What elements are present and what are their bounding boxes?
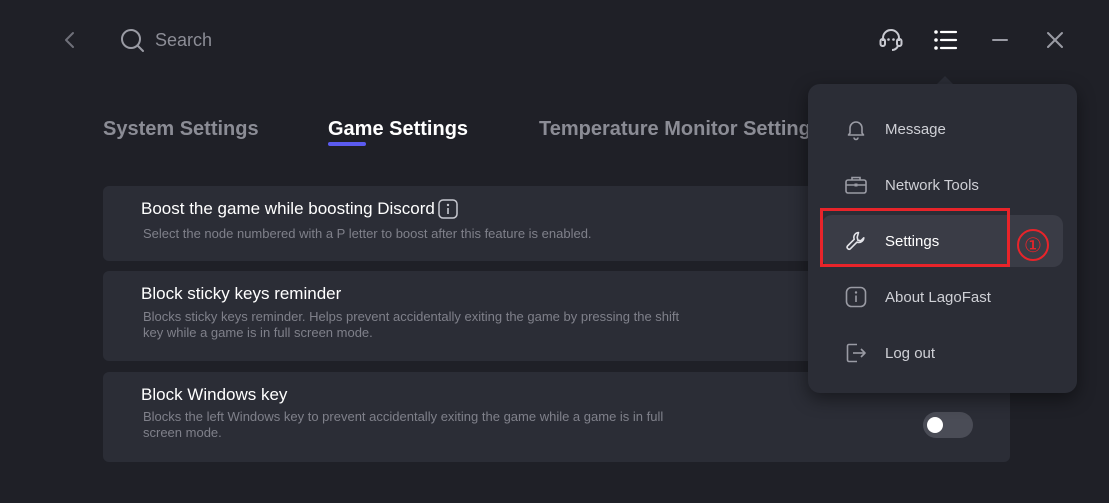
menu-list-icon[interactable] — [931, 26, 959, 54]
back-arrow-icon[interactable] — [58, 28, 82, 52]
windows-key-toggle[interactable] — [923, 412, 973, 438]
menu-item-message[interactable]: Message — [822, 103, 1064, 155]
minimize-icon[interactable] — [986, 26, 1014, 54]
setting-title: Block Windows key — [141, 385, 288, 404]
setting-title: Block sticky keys reminder — [141, 284, 342, 303]
tab-system-settings[interactable]: System Settings — [103, 118, 259, 141]
setting-title: Boost the game while boosting Discord — [141, 199, 458, 219]
menu-item-label: About LagoFast — [885, 288, 991, 306]
setting-description: Blocks the left Windows key to prevent a… — [143, 409, 664, 440]
search-placeholder: Search — [155, 29, 213, 50]
logout-icon — [846, 343, 866, 363]
toggle-knob — [927, 417, 943, 433]
search-icon — [121, 29, 144, 52]
menu-item-label: Network Tools — [885, 176, 979, 194]
menu-item-label: Message — [885, 120, 946, 138]
tab-temperature-monitor-settings[interactable]: Temperature Monitor Settings — [539, 118, 822, 141]
menu-item-logout[interactable]: Log out — [822, 327, 1064, 379]
annotation-highlight-box — [820, 208, 1010, 267]
close-icon[interactable] — [1041, 26, 1069, 54]
menu-item-label: Log out — [885, 344, 936, 362]
setting-description: Select the node numbered with a P letter… — [143, 226, 592, 241]
search-input[interactable]: Search — [118, 26, 418, 54]
info-icon — [845, 286, 867, 308]
active-tab-indicator — [328, 142, 366, 146]
info-icon[interactable] — [438, 199, 458, 219]
dropdown-caret — [937, 76, 953, 84]
top-bar: Search — [0, 0, 1109, 80]
customer-support-icon[interactable] — [877, 26, 905, 54]
tab-game-settings[interactable]: Game Settings — [328, 118, 468, 141]
setting-title-text: Boost the game while boosting Discord — [141, 199, 435, 218]
menu-item-about[interactable]: About LagoFast — [822, 271, 1064, 323]
annotation-step-marker: ① — [1017, 229, 1049, 261]
menu-item-network-tools[interactable]: Network Tools — [822, 159, 1064, 211]
setting-description: Blocks sticky keys reminder. Helps preve… — [143, 309, 680, 340]
bell-icon — [847, 121, 865, 141]
toolbox-icon — [845, 176, 867, 194]
